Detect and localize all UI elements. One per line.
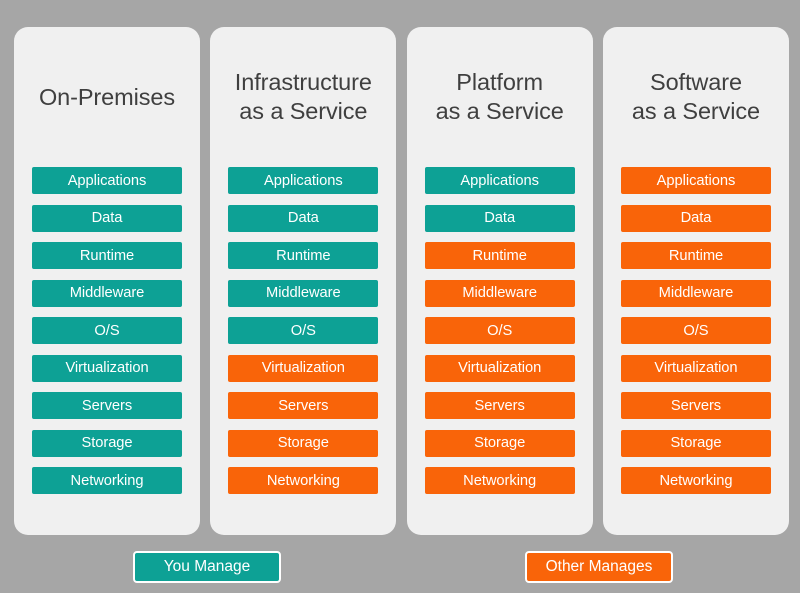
stack-rows-on-premises: Applications Data Runtime Middleware O/S Virt…	[14, 167, 200, 494]
stack-rows-infrastructure-as-a-service: Applications Data Runtime Middleware O/S Virt…	[210, 167, 396, 494]
layer-row: Data	[424, 204, 575, 232]
layer-row: Middleware	[228, 279, 379, 307]
service-model-panels: On-Premises Applications Data Runtime Middle…	[14, 27, 789, 535]
layer-row: Storage	[424, 429, 575, 457]
layer-row: Virtualization	[424, 354, 575, 382]
panel-software-as-a-service: Software as a Service Applications Data Run…	[602, 27, 789, 535]
layer-row: Applications	[424, 167, 575, 194]
layer-row: Networking	[32, 467, 182, 494]
layer-row: Servers	[620, 392, 771, 419]
cloud-service-models-diagram: On-Premises Applications Data Runtime Middle…	[0, 0, 800, 593]
layer-row: Runtime	[32, 242, 182, 269]
layer-row: Networking	[620, 467, 771, 494]
layer-row: Runtime	[620, 242, 771, 269]
layer-row: Virtualization	[228, 354, 379, 382]
panel-title-on-premises: On-Premises	[38, 83, 175, 110]
layer-row: O/S	[424, 317, 575, 344]
layer-row: O/S	[228, 317, 379, 344]
layer-row: O/S	[620, 317, 771, 344]
layer-row: Servers	[32, 392, 182, 419]
legend-chip-other-manages: Other Manages	[525, 551, 673, 583]
stack-rows-platform-as-a-service: Applications Data Runtime Middleware O/S Virt…	[407, 167, 593, 494]
layer-row: Data	[620, 204, 771, 232]
layer-row: O/S	[32, 317, 182, 344]
panel-title-infrastructure-as-a-service: Infrastructure as a Service	[234, 69, 372, 124]
layer-row: Data	[228, 204, 379, 232]
layer-row: Storage	[32, 429, 182, 457]
legend: You Manage Other Manages	[0, 551, 800, 587]
layer-row: Networking	[228, 467, 379, 494]
layer-row: Applications	[620, 167, 771, 194]
layer-row: Middleware	[424, 279, 575, 307]
layer-row: Runtime	[228, 242, 379, 269]
panel-title-software-as-a-service: Software as a Service	[631, 69, 761, 124]
layer-row: Servers	[228, 392, 379, 419]
panel-platform-as-a-service: Platform as a Service Applications Data Run…	[406, 27, 593, 535]
layer-row: Middleware	[32, 279, 182, 307]
layer-row: Servers	[424, 392, 575, 419]
layer-row: Storage	[620, 429, 771, 457]
layer-row: Data	[32, 204, 182, 232]
layer-row: Virtualization	[620, 354, 771, 382]
legend-chip-you-manage: You Manage	[133, 551, 281, 583]
layer-row: Storage	[228, 429, 379, 457]
layer-row: Middleware	[620, 279, 771, 307]
layer-row: Applications	[228, 167, 379, 194]
panel-infrastructure-as-a-service: Infrastructure as a Service Applications D…	[210, 27, 397, 535]
panel-on-premises: On-Premises Applications Data Runtime Middle…	[14, 27, 200, 535]
layer-row: Virtualization	[32, 354, 182, 382]
layer-row: Runtime	[424, 242, 575, 269]
layer-row: Networking	[424, 467, 575, 494]
stack-rows-software-as-a-service: Applications Data Runtime Middleware O/S Virt…	[603, 167, 789, 494]
panel-title-platform-as-a-service: Platform as a Service	[435, 69, 564, 124]
layer-row: Applications	[32, 167, 182, 194]
